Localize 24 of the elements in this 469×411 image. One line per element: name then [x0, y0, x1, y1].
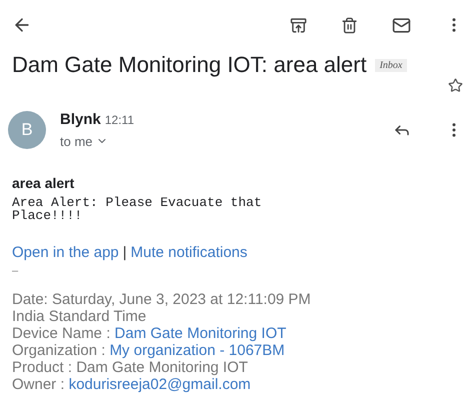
alert-message: Area Alert: Please Evacuate that Place!!!!	[12, 196, 263, 222]
subject-title: Dam Gate Monitoring IOT: area alert	[12, 52, 367, 77]
recipient-text: to me	[60, 132, 93, 150]
detail-line: Device Name : Dam Gate Monitoring IOT	[12, 324, 288, 342]
star-icon[interactable]	[448, 78, 463, 93]
sent-time: 12:11	[104, 112, 134, 129]
separator: |	[122, 243, 127, 263]
open-app-link[interactable]: Open in the app	[12, 242, 119, 264]
detail-line: Date: Saturday, June 3, 2023 at 12:11:09 PM India Standard Time	[12, 290, 312, 324]
detail-line: Product : Dam Gate Monitoring IOT	[12, 358, 249, 376]
body-heading: area alert	[12, 174, 76, 193]
avatar: B	[8, 111, 46, 149]
inbox-label[interactable]: Inbox	[374, 59, 408, 72]
detail-link[interactable]: kodurisreeja02@gmail.com	[68, 376, 251, 392]
detail-line: Organization : My organization - 1067BM	[12, 342, 286, 358]
mail-icon[interactable]	[392, 16, 411, 34]
mute-link[interactable]: Mute notifications	[130, 242, 248, 264]
signature-dash: –	[12, 264, 20, 276]
sender-name: Blynk	[60, 110, 101, 130]
detail-link[interactable]: My organization - 1067BM	[110, 342, 285, 358]
detail-link[interactable]: Dam Gate Monitoring IOT	[114, 324, 286, 342]
archive-icon[interactable]	[290, 16, 307, 34]
detail-line: Owner : kodurisreeja02@gmail.com	[12, 376, 252, 392]
delete-icon[interactable]	[341, 16, 358, 34]
